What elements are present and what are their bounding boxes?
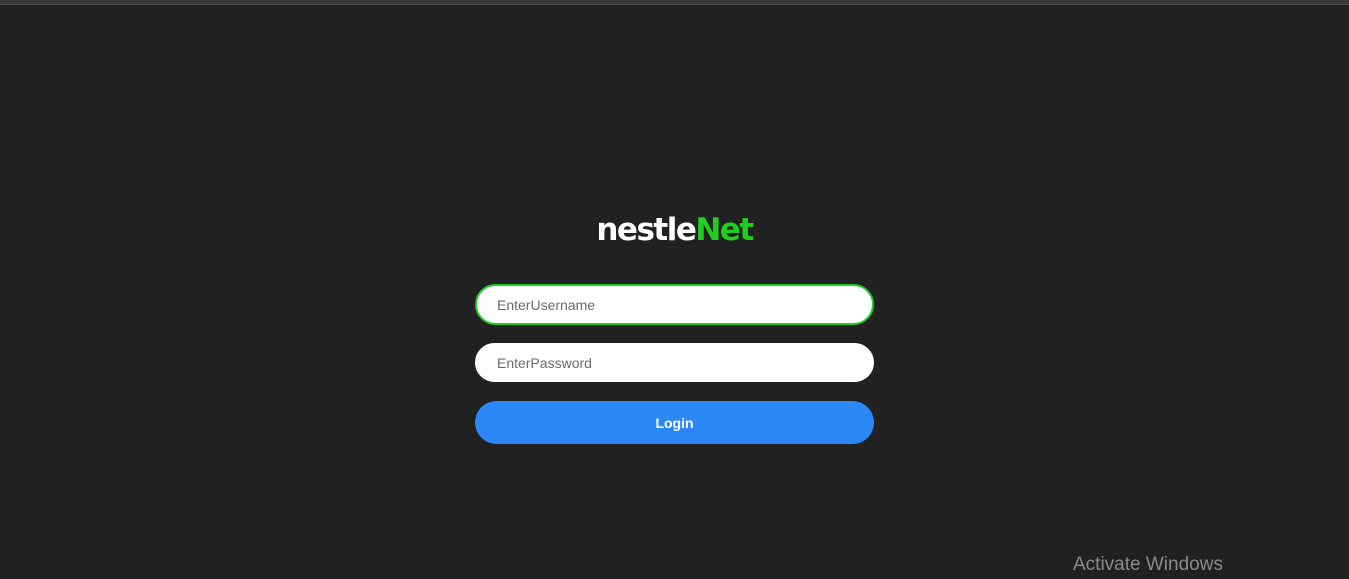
username-input[interactable] bbox=[475, 284, 874, 325]
logo-text-net: Net bbox=[695, 212, 754, 248]
app-logo: nestleNet bbox=[0, 208, 1349, 252]
window-top-border bbox=[0, 0, 1349, 5]
activate-windows-watermark: Activate Windows bbox=[1073, 554, 1223, 575]
password-input[interactable] bbox=[475, 343, 874, 382]
login-button[interactable]: Login bbox=[475, 401, 874, 444]
logo-text-nestle: nestle bbox=[596, 212, 697, 248]
